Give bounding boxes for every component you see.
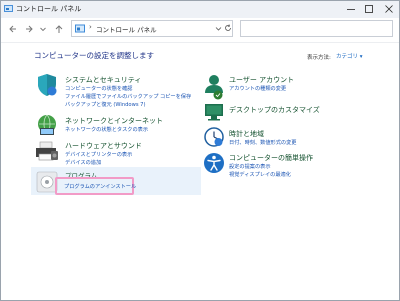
category-desktop-customization[interactable]: デスクトップのカスタマイズ — [229, 105, 320, 115]
category-user-accounts[interactable]: ユーザー アカウント — [229, 75, 294, 85]
page-title: コンピューターの設定を調整します — [34, 51, 154, 60]
search-box[interactable] — [240, 20, 399, 42]
link-change-date-time-format[interactable]: 日付、時刻、数値形式の変更 — [229, 139, 296, 146]
close-icon — [385, 5, 393, 13]
navigation-bar: › コントロール パネル — [1, 18, 399, 43]
link-check-computer-status[interactable]: コンピューターの状態を確認 — [65, 85, 132, 92]
link-backup-restore[interactable]: バックアップと復元 (Windows 7) — [65, 101, 146, 108]
control-panel-icon — [75, 24, 85, 33]
control-panel-app-icon — [4, 5, 13, 12]
link-network-status[interactable]: ネットワークの状態とタスクの表示 — [65, 126, 148, 133]
maximize-button[interactable] — [361, 1, 377, 18]
accessibility-icon[interactable] — [203, 152, 225, 174]
maximize-icon — [365, 5, 373, 13]
category-system-security[interactable]: システムとセキュリティ — [65, 75, 141, 85]
category-hardware-sound[interactable]: ハードウェアとサウンド — [65, 141, 142, 151]
view-by-select[interactable]: カテゴリ ▾ — [336, 52, 363, 60]
arrow-left-icon — [9, 25, 16, 33]
control-panel-window: コントロール パネル › コントロール パネル コンピューターの設定を調整します… — [0, 0, 400, 301]
user-accounts-icon[interactable] — [204, 74, 224, 100]
address-bar[interactable]: › コントロール パネル — [71, 20, 233, 37]
search-input[interactable] — [241, 27, 399, 42]
refresh-icon[interactable] — [224, 24, 232, 32]
arrow-up-icon — [55, 25, 63, 33]
title-bar: コントロール パネル — [1, 1, 399, 18]
recent-locations-button[interactable] — [36, 22, 50, 36]
chevron-down-icon — [40, 27, 46, 32]
link-devices-printers[interactable]: デバイスとプリンターの表示 — [65, 151, 132, 158]
link-add-device[interactable]: デバイスの追加 — [65, 159, 101, 166]
category-clock-region[interactable]: 時計と地域 — [229, 129, 264, 139]
link-uninstall-program[interactable]: プログラムのアンインストール — [64, 183, 136, 190]
chevron-down-icon[interactable] — [215, 25, 222, 32]
minimize-button[interactable] — [343, 1, 359, 18]
back-button[interactable] — [6, 22, 20, 36]
view-by-label: 表示方法: — [307, 55, 331, 61]
link-optimize-visual-display[interactable]: 視覚ディスプレイの最適化 — [229, 171, 291, 178]
link-file-history-backup[interactable]: ファイル履歴でファイルのバックアップ コピーを保存 — [65, 93, 191, 100]
up-button[interactable] — [52, 22, 66, 36]
window-title: コントロール パネル — [16, 5, 82, 13]
shield-icon[interactable] — [36, 73, 58, 97]
minimize-icon — [347, 9, 355, 10]
clock-icon[interactable] — [204, 127, 224, 147]
printer-icon[interactable] — [35, 141, 59, 163]
category-ease-of-access[interactable]: コンピューターの簡単操作 — [229, 153, 313, 163]
link-suggested-settings[interactable]: 設定の提案の表示 — [229, 163, 271, 170]
close-button[interactable] — [381, 1, 397, 18]
link-change-account-type[interactable]: アカウントの種類の変更 — [229, 85, 286, 92]
breadcrumb-separator: › — [89, 23, 92, 31]
network-icon[interactable] — [36, 114, 58, 136]
breadcrumb-control-panel[interactable]: コントロール パネル — [96, 24, 157, 34]
category-network-internet[interactable]: ネットワークとインターネット — [65, 116, 163, 126]
desktop-customization-icon[interactable] — [204, 103, 224, 121]
forward-button[interactable] — [22, 22, 36, 36]
arrow-right-icon — [26, 25, 33, 33]
